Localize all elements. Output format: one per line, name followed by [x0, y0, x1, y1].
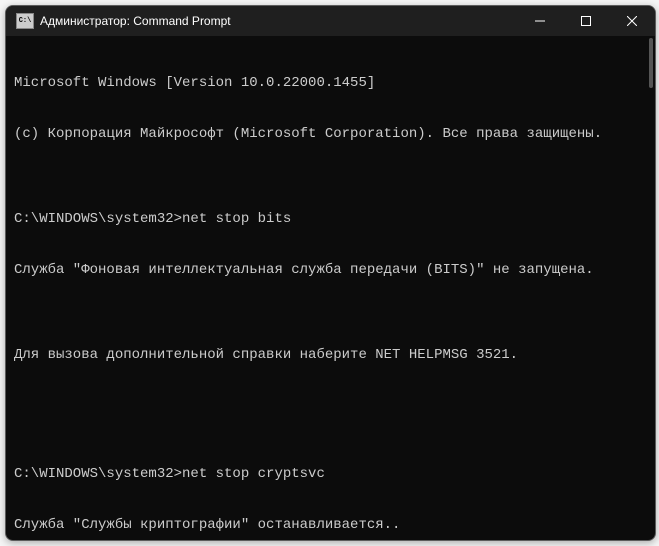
titlebar[interactable]: C:\ Администратор: Command Prompt: [6, 6, 655, 37]
terminal-content[interactable]: Microsoft Windows [Version 10.0.22000.14…: [6, 37, 655, 541]
terminal-line: Microsoft Windows [Version 10.0.22000.14…: [14, 75, 647, 92]
cmd-icon: C:\: [16, 13, 34, 29]
maximize-button[interactable]: [563, 6, 609, 36]
close-button[interactable]: [609, 6, 655, 36]
window-controls: [517, 6, 655, 36]
minimize-icon: [535, 16, 545, 26]
window-title: Администратор: Command Prompt: [40, 14, 517, 28]
maximize-icon: [581, 16, 591, 26]
scrollbar-thumb[interactable]: [649, 38, 653, 88]
terminal-line: Для вызова дополнительной справки набери…: [14, 347, 647, 364]
close-icon: [627, 16, 637, 26]
terminal-line: (c) Корпорация Майкрософт (Microsoft Cor…: [14, 126, 647, 143]
terminal-line: C:\WINDOWS\system32>net stop bits: [14, 211, 647, 228]
terminal-line: Служба "Фоновая интеллектуальная служба …: [14, 262, 647, 279]
command-prompt-window: C:\ Администратор: Command Prompt Micros…: [5, 5, 656, 541]
terminal-line: C:\WINDOWS\system32>net stop cryptsvc: [14, 466, 647, 483]
minimize-button[interactable]: [517, 6, 563, 36]
terminal-line: Служба "Службы криптографии" останавлива…: [14, 517, 647, 534]
